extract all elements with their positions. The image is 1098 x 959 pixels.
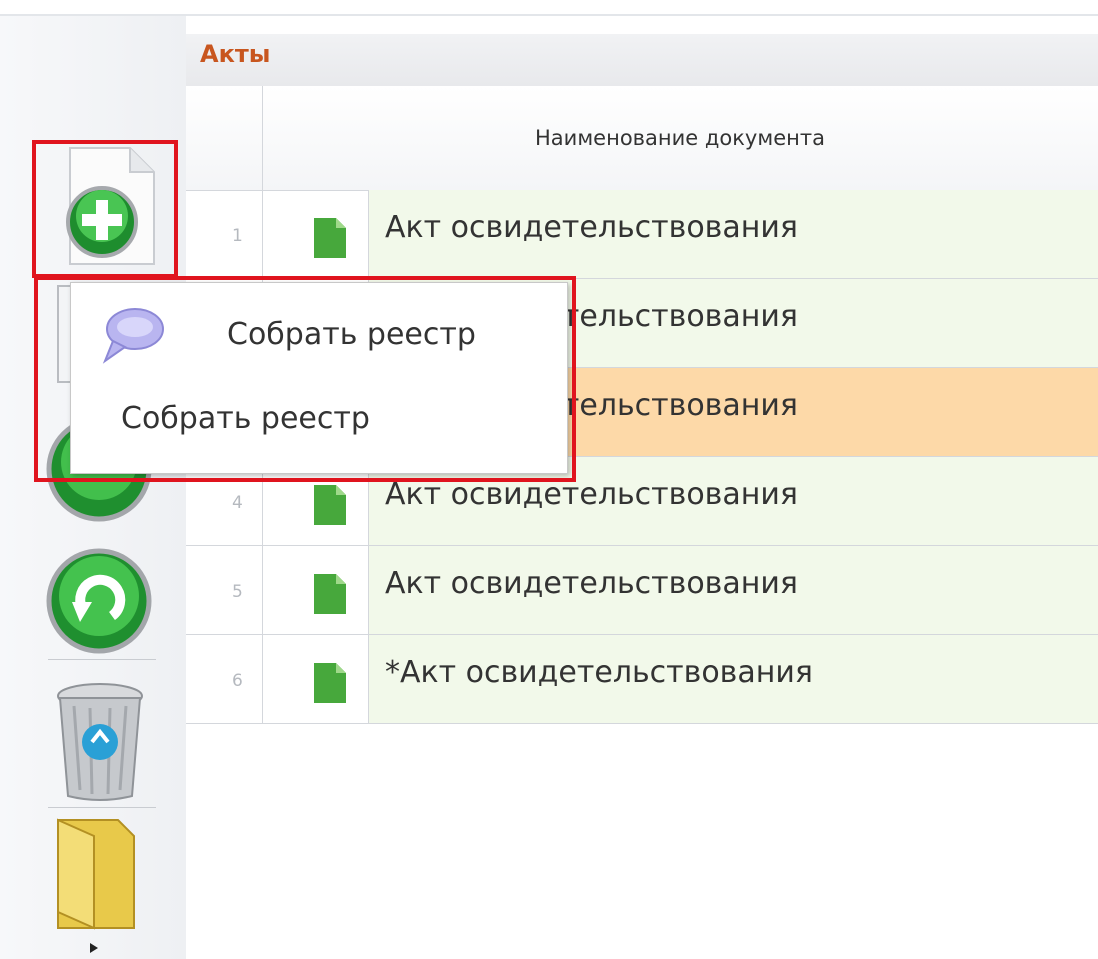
row-number: 1 [186,190,263,278]
delete-button[interactable] [54,680,146,808]
row-number: 6 [186,635,263,723]
toolbar-separator [48,807,156,808]
green-document-icon [314,663,346,703]
window-top-edge [0,0,1098,16]
row-icon-cell [262,190,368,278]
folder-icon [57,818,135,930]
chevron-right-icon [90,943,98,953]
highlight-frame-add-button [32,140,178,278]
panel-title: Акты [200,40,271,68]
highlight-frame-popup [34,276,576,482]
table-row[interactable]: 1 Акт освидетельствования [186,190,1098,279]
column-header-document-name[interactable]: Наименование документа [262,86,1098,190]
panel-header [186,34,1098,86]
refresh-button[interactable] [44,546,154,660]
row-icon-cell [262,546,368,634]
toolbar-separator [48,659,156,660]
open-folder-button[interactable] [54,816,138,936]
green-document-icon [314,218,346,258]
row-number-header[interactable] [186,86,263,190]
grid-header: Наименование документа [186,86,1098,191]
document-name-cell: Акт освидетельствования [368,546,1098,634]
recycle-bin-icon [57,683,143,801]
row-number: 5 [186,546,263,634]
row-icon-cell [262,635,368,723]
table-row[interactable]: 6 *Акт освидетельствования [186,635,1098,724]
document-name-cell: *Акт освидетельствования [368,635,1098,723]
document-name-cell: Акт освидетельствования [368,190,1098,278]
table-row[interactable]: 5 Акт освидетельствования [186,546,1098,635]
refresh-icon [46,548,152,654]
green-document-icon [314,485,346,525]
green-document-icon [314,574,346,614]
toolbar-overflow-arrow[interactable] [88,940,100,959]
